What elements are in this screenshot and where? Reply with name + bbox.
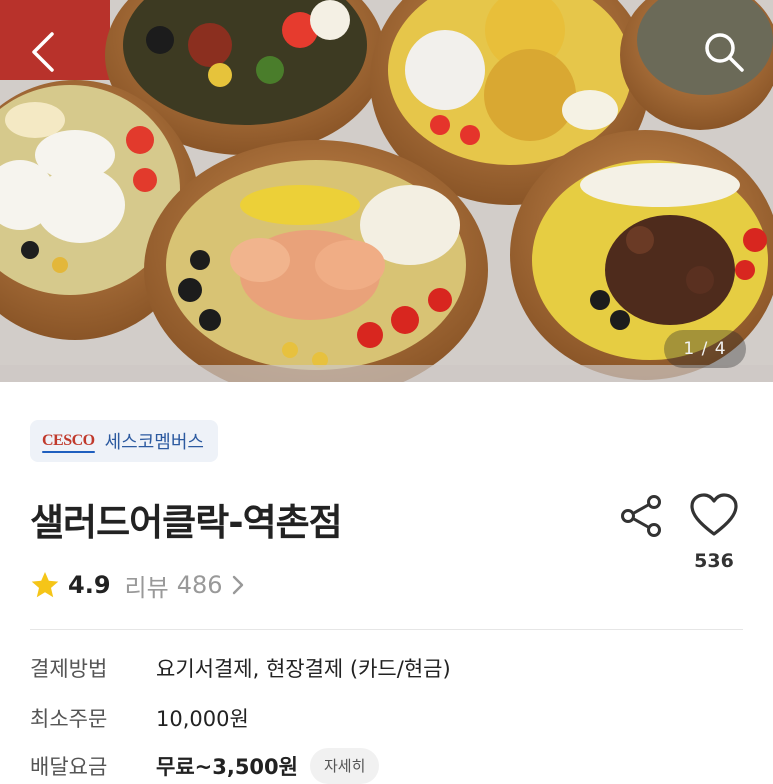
share-icon [621,495,661,537]
rating-value: 4.9 [68,571,111,599]
payment-method-label: 결제방법 [30,657,108,681]
delivery-fee-row: 배달요금 무료~3,500원 자세히 [30,748,380,784]
search-icon [705,33,744,72]
min-order-label: 최소주문 [30,707,108,731]
delivery-fee-value: 무료~3,500원 [156,755,298,779]
pager-total: 4 [714,339,727,359]
star-icon [31,572,59,598]
payment-method-value: 요기서결제, 현장결제 (카드/현금) [156,657,451,681]
hero-image-carousel[interactable]: 1 / 4 [0,0,773,382]
min-order-row: 최소주문 10,000원 [30,702,249,734]
brand-badge[interactable]: CESCO 세스코멤버스 [30,420,218,462]
store-info-section: CESCO 세스코멤버스 샐러드어클락-역촌점 536 4.9 리뷰 486 결… [0,382,773,784]
store-title: 샐러드어클락-역촌점 [30,501,343,544]
min-order-value: 10,000원 [156,707,249,731]
pager-current: 1 [683,339,696,359]
delivery-fee-label: 배달요금 [30,755,108,779]
rating-review-link[interactable]: 4.9 리뷰 486 [30,568,245,602]
review-count: 486 [176,571,223,599]
pager-separator: / [701,339,709,359]
like-count: 536 [694,550,734,572]
back-button[interactable] [22,26,66,78]
chevron-right-icon [232,575,243,595]
delivery-fee-detail-button[interactable]: 자세히 [309,748,380,784]
divider [30,629,743,630]
review-label: 리뷰 [124,573,169,602]
brand-name: 세스코멤버스 [104,432,204,453]
salad-bowls-photo [0,0,773,382]
cesco-logo: CESCO [42,432,95,453]
payment-method-row: 결제방법 요기서결제, 현장결제 (카드/현금) [30,652,451,684]
image-pager-indicator: 1 / 4 [664,330,746,368]
chevron-left-icon [32,32,54,72]
heart-icon [690,493,738,536]
like-button[interactable] [688,490,740,542]
share-button[interactable] [618,492,666,540]
search-button[interactable] [698,26,752,80]
